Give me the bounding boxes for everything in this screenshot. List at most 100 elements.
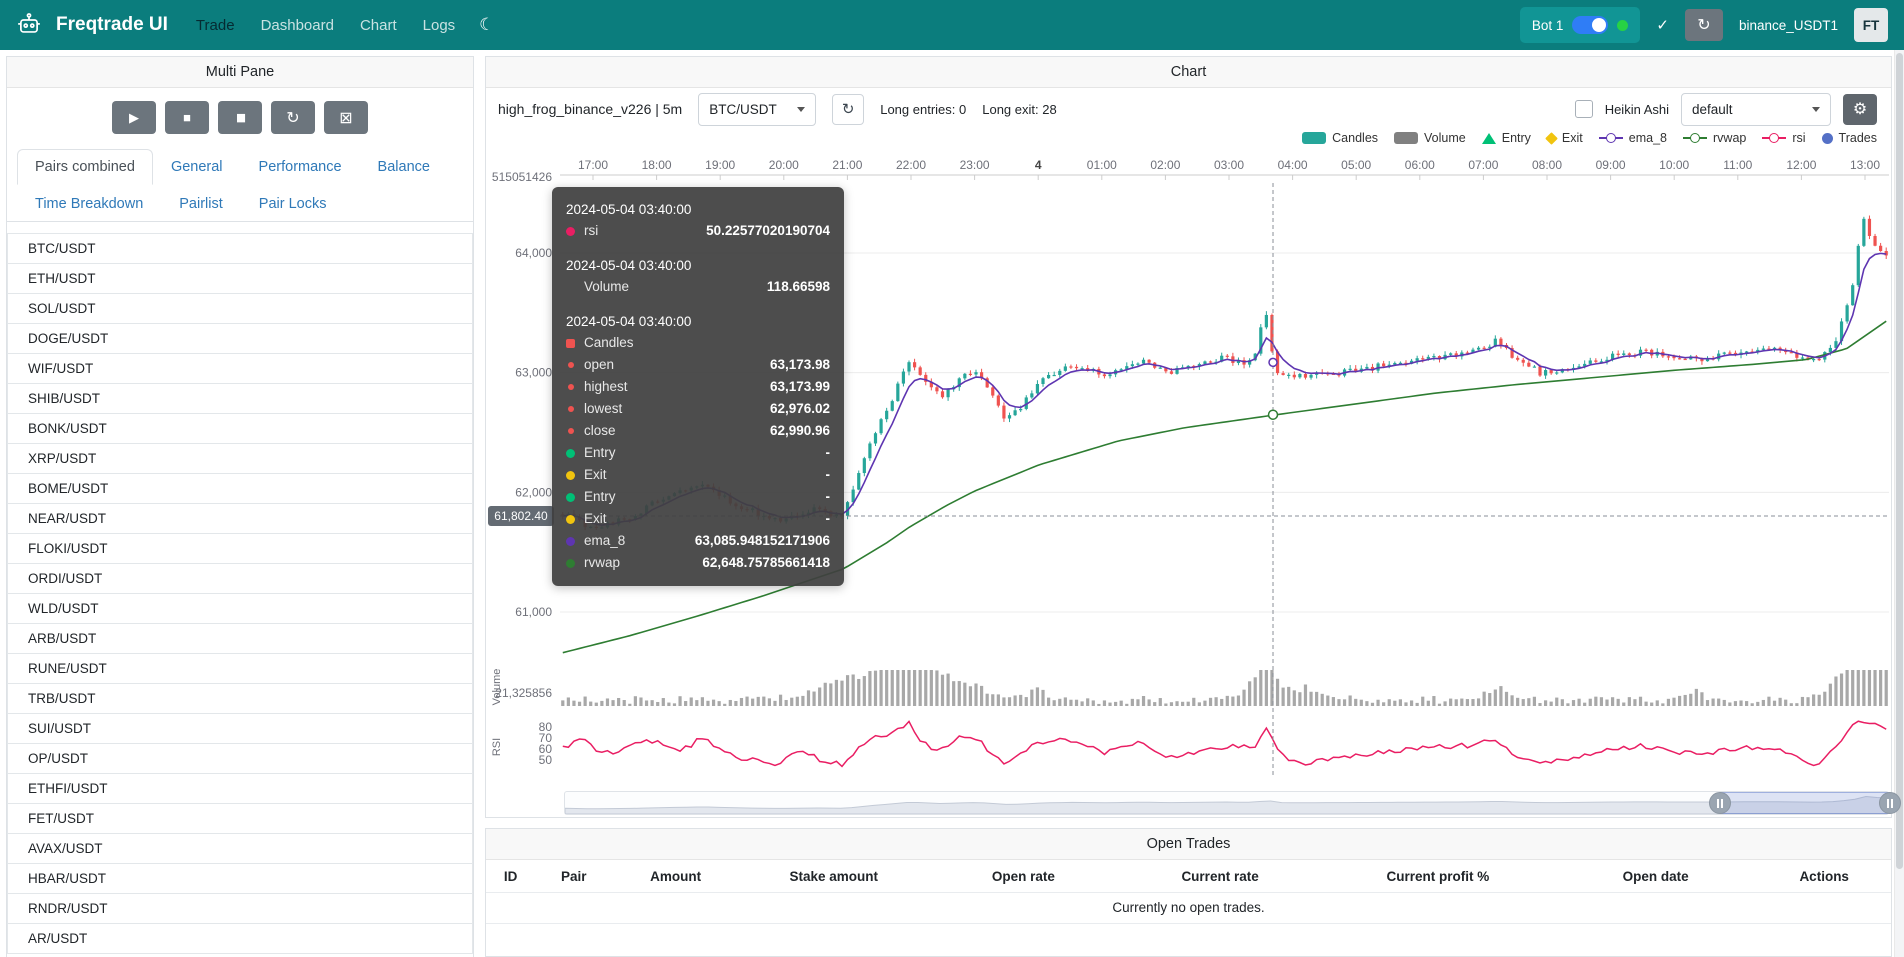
tab-performance[interactable]: Performance (241, 149, 360, 185)
pair-item-hbar-usdt[interactable]: HBAR/USDT (7, 863, 473, 894)
svg-text:515051426: 515051426 (492, 170, 552, 184)
tooltip-timestamp: 2024-05-04 03:40:00 (566, 199, 830, 220)
legend-trades[interactable]: Trades (1822, 131, 1877, 145)
svg-text:03:00: 03:00 (1214, 158, 1244, 172)
col-amount: Amount (612, 869, 738, 884)
svg-text:22:00: 22:00 (896, 158, 926, 172)
pair-item-near-usdt[interactable]: NEAR/USDT (7, 503, 473, 534)
force-exit-icon: ⊠ (339, 108, 352, 128)
tab-pair-locks[interactable]: Pair Locks (241, 186, 345, 222)
stop-button[interactable]: ■ (165, 101, 209, 134)
datazoom-left-handle[interactable] (1709, 792, 1731, 814)
pair-item-ordi-usdt[interactable]: ORDI/USDT (7, 563, 473, 594)
tab-pairlist[interactable]: Pairlist (161, 186, 241, 222)
bot-selector[interactable]: Bot 1 (1520, 7, 1641, 43)
tooltip-row-close: close62,990.96 (566, 420, 830, 442)
volume-layer (561, 670, 1888, 706)
tooltip-timestamp: 2024-05-04 03:40:00 (566, 311, 830, 332)
pair-item-bome-usdt[interactable]: BOME/USDT (7, 473, 473, 504)
pair-item-wld-usdt[interactable]: WLD/USDT (7, 593, 473, 624)
nav-trade[interactable]: Trade (196, 17, 235, 34)
check-icon: ✓ (1656, 16, 1669, 34)
toggle-knob (1592, 18, 1606, 32)
legend-volume[interactable]: Volume (1394, 131, 1466, 145)
svg-text:23:00: 23:00 (960, 158, 990, 172)
pair-item-sol-usdt[interactable]: SOL/USDT (7, 293, 473, 324)
pair-list: BTC/USDTETH/USDTSOL/USDTDOGE/USDTWIF/USD… (7, 222, 473, 954)
legend-rvwap[interactable]: rvwap (1683, 131, 1746, 145)
entry-marker-icon (1482, 133, 1496, 144)
pair-item-bonk-usdt[interactable]: BONK/USDT (7, 413, 473, 444)
pair-item-shib-usdt[interactable]: SHIB/USDT (7, 383, 473, 414)
pair-item-arb-usdt[interactable]: ARB/USDT (7, 623, 473, 654)
tab-general[interactable]: General (153, 149, 241, 185)
nav-logs[interactable]: Logs (423, 17, 456, 34)
open-trades-empty: Currently no open trades. (486, 893, 1891, 924)
avatar[interactable]: FT (1854, 8, 1888, 42)
legend-exit[interactable]: Exit (1547, 131, 1583, 145)
pair-item-btc-usdt[interactable]: BTC/USDT (7, 233, 473, 264)
pair-item-eth-usdt[interactable]: ETH/USDT (7, 263, 473, 294)
chevron-down-icon (1812, 107, 1820, 112)
pair-item-ar-usdt[interactable]: AR/USDT (7, 923, 473, 954)
legend-rsi[interactable]: rsi (1762, 131, 1805, 145)
start-button[interactable]: ▶ (112, 101, 156, 134)
pair-item-doge-usdt[interactable]: DOGE/USDT (7, 323, 473, 354)
bot-status-dot (1617, 20, 1628, 31)
bot-toggle[interactable] (1572, 16, 1608, 34)
pair-item-floki-usdt[interactable]: FLOKI/USDT (7, 533, 473, 564)
legend-ema-8[interactable]: ema_8 (1599, 131, 1667, 145)
svg-text:80: 80 (539, 720, 553, 734)
stop-icon: ■ (183, 110, 191, 125)
chart-refresh-button[interactable]: ↻ (832, 94, 864, 125)
legend-entry[interactable]: Entry (1482, 131, 1531, 145)
pair-item-wif-usdt[interactable]: WIF/USDT (7, 353, 473, 384)
pair-item-sui-usdt[interactable]: SUI/USDT (7, 713, 473, 744)
pair-item-xrp-usdt[interactable]: XRP/USDT (7, 443, 473, 474)
reload-bot-button[interactable]: ↻ (1685, 9, 1723, 41)
tooltip-section: 2024-05-04 03:40:00Volume118.66598 (566, 255, 830, 298)
long-exit-label: Long exit: 28 (982, 102, 1056, 117)
nav-chart[interactable]: Chart (360, 17, 397, 34)
plot-config-select[interactable]: default (1681, 93, 1831, 126)
datazoom-right-handle[interactable] (1879, 792, 1901, 814)
pair-item-avax-usdt[interactable]: AVAX/USDT (7, 833, 473, 864)
datazoom-slider[interactable] (564, 791, 1889, 815)
page-scrollbar[interactable] (1894, 50, 1904, 957)
tooltip-row-entry: Entry- (566, 442, 830, 464)
svg-text:21,325856: 21,325856 (495, 686, 552, 700)
pair-item-rndr-usdt[interactable]: RNDR/USDT (7, 893, 473, 924)
svg-text:05:00: 05:00 (1341, 158, 1371, 172)
legend-candles[interactable]: Candles (1302, 131, 1378, 145)
tooltip-row-exit: Exit- (566, 464, 830, 486)
datazoom-selection[interactable] (1720, 792, 1890, 814)
pair-item-ethfi-usdt[interactable]: ETHFI/USDT (7, 773, 473, 804)
pair-item-fet-usdt[interactable]: FET/USDT (7, 803, 473, 834)
pair-select[interactable]: BTC/USDT (698, 93, 816, 126)
chart-toolbar: high_frog_binance_v226 | 5m BTC/USDT ↻ L… (486, 88, 1891, 130)
chart-panel: Chart high_frog_binance_v226 | 5m BTC/US… (485, 56, 1892, 818)
nav-dashboard[interactable]: Dashboard (261, 17, 334, 34)
start-icon: ▶ (129, 110, 139, 126)
plot-settings-button[interactable]: ⚙ (1843, 94, 1877, 125)
open-trades-header-row: IDPairAmountStake amountOpen rateCurrent… (486, 860, 1891, 893)
theme-toggle-icon[interactable]: ☾ (479, 15, 494, 35)
tab-time-breakdown[interactable]: Time Breakdown (17, 186, 161, 222)
tab-balance[interactable]: Balance (360, 149, 448, 185)
pair-item-rune-usdt[interactable]: RUNE/USDT (7, 653, 473, 684)
scrollbar-thumb[interactable] (1896, 53, 1903, 869)
tab-pairs-combined[interactable]: Pairs combined (17, 149, 153, 185)
ema-8-marker-icon (1599, 137, 1623, 139)
pause-button[interactable]: ▮▮ (218, 101, 262, 134)
pair-item-op-usdt[interactable]: OP/USDT (7, 743, 473, 774)
svg-text:RSI: RSI (491, 738, 503, 756)
pair-item-trb-usdt[interactable]: TRB/USDT (7, 683, 473, 714)
heikin-ashi-checkbox[interactable] (1575, 100, 1593, 118)
svg-text:50: 50 (539, 753, 553, 767)
col-stake-amount: Stake amount (739, 869, 929, 884)
exchange-label: binance_USDT1 (1739, 18, 1838, 33)
series-marker-icon (568, 406, 574, 412)
reload-button[interactable]: ↻ (271, 101, 315, 134)
force-exit-button[interactable]: ⊠ (324, 101, 368, 134)
rsi-marker-icon (1762, 137, 1786, 139)
